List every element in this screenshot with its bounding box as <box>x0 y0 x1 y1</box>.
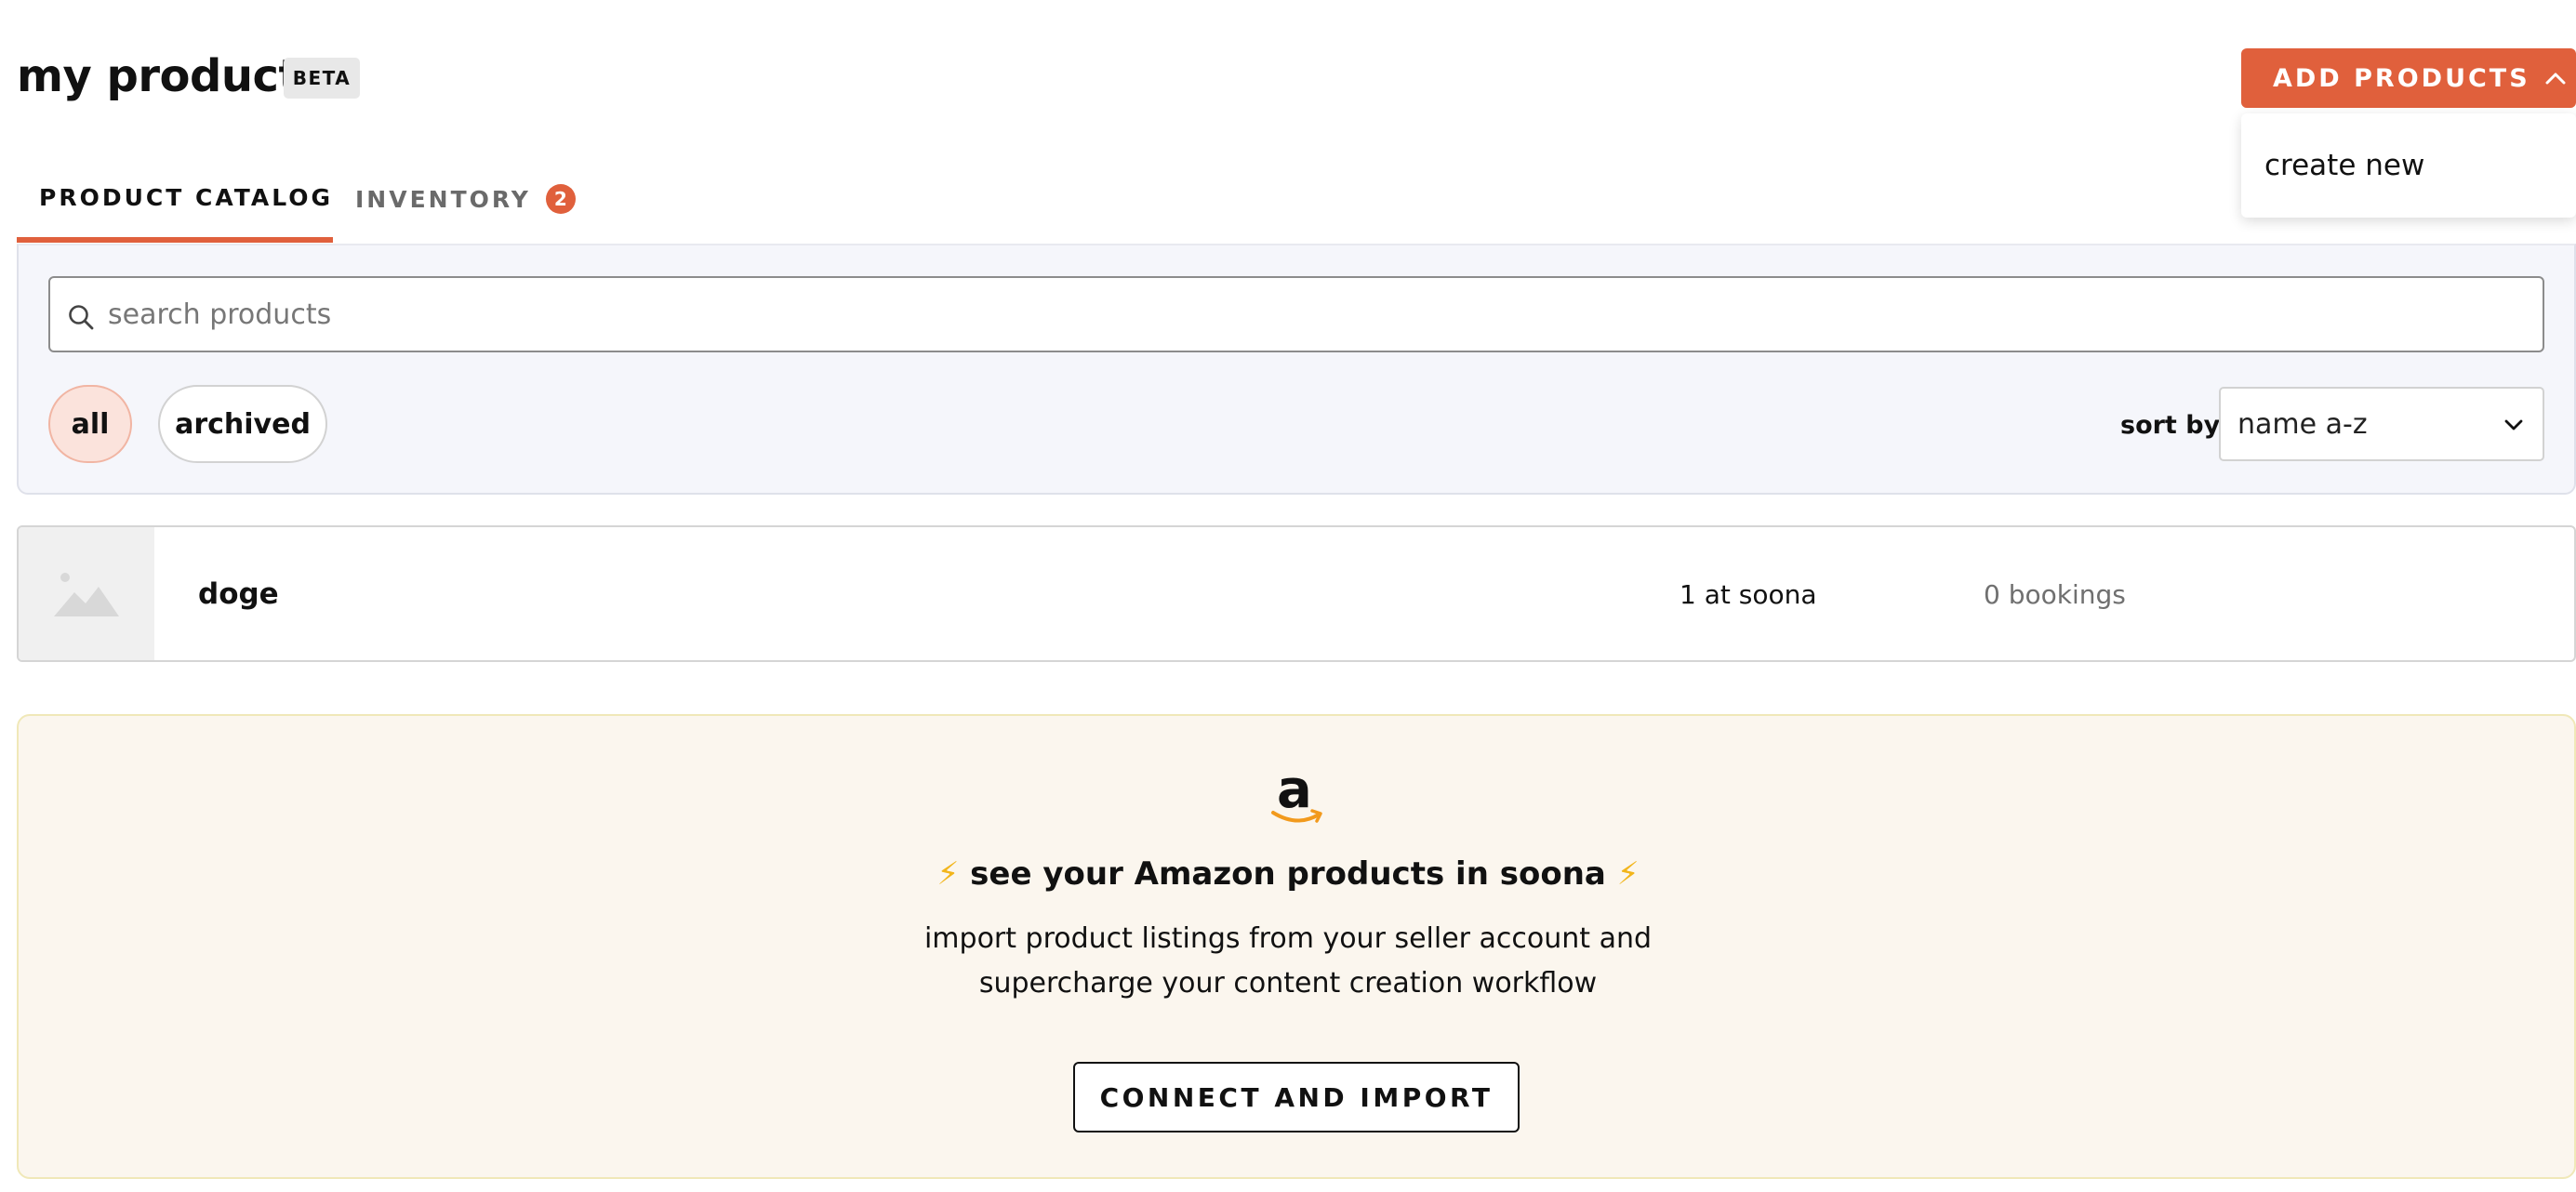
sort-select[interactable]: name a-z <box>2219 387 2544 461</box>
add-products-label: ADD PRODUCTS <box>2273 63 2530 93</box>
page-title: my products <box>17 50 326 102</box>
chevron-down-icon <box>2504 419 2523 430</box>
description-line: supercharge your content creation workfl… <box>978 967 1598 1000</box>
search-icon <box>69 305 94 330</box>
product-name: doge <box>198 577 279 611</box>
chevron-up-icon <box>2545 73 2566 85</box>
beta-badge: BETA <box>284 58 360 99</box>
tab-label: PRODUCT CATALOG <box>39 184 334 211</box>
amazon-banner-title: ⚡ see your Amazon products in soona ⚡ <box>0 855 2576 893</box>
lightning-icon: ⚡ <box>936 855 960 893</box>
add-products-dropdown: create new <box>2241 113 2576 218</box>
description-line: import product listings from your seller… <box>923 922 1653 955</box>
tab-inventory[interactable]: INVENTORY 2 <box>355 184 576 214</box>
dropdown-item-create-new[interactable]: create new <box>2264 149 2424 182</box>
amazon-banner-title-text: see your Amazon products in soona <box>970 855 1606 893</box>
inventory-count-badge: 2 <box>545 184 576 214</box>
filter-chip-archived[interactable]: archived <box>158 385 327 463</box>
active-tab-indicator <box>17 237 333 243</box>
sort-label: sort by <box>2120 411 2221 440</box>
amazon-banner-description: import product listings from your seller… <box>0 917 2576 1006</box>
filter-chip-all[interactable]: all <box>48 385 132 463</box>
image-placeholder-icon <box>54 573 119 616</box>
tab-product-catalog[interactable]: PRODUCT CATALOG <box>39 184 333 211</box>
sort-selected-value: name a-z <box>2237 407 2368 441</box>
product-row[interactable]: doge 1 at soona 0 bookings <box>17 525 2576 662</box>
add-products-button[interactable]: ADD PRODUCTS <box>2241 48 2576 108</box>
product-bookings: 0 bookings <box>1984 579 2126 610</box>
amazon-smile-icon <box>1271 809 1322 823</box>
product-location: 1 at soona <box>1680 579 1817 610</box>
connect-and-import-button[interactable]: CONNECT AND IMPORT <box>1073 1062 1520 1132</box>
tab-label: INVENTORY <box>355 185 531 213</box>
lightning-icon: ⚡ <box>1616 855 1640 893</box>
search-input[interactable] <box>108 285 2507 343</box>
product-thumbnail <box>19 527 154 660</box>
